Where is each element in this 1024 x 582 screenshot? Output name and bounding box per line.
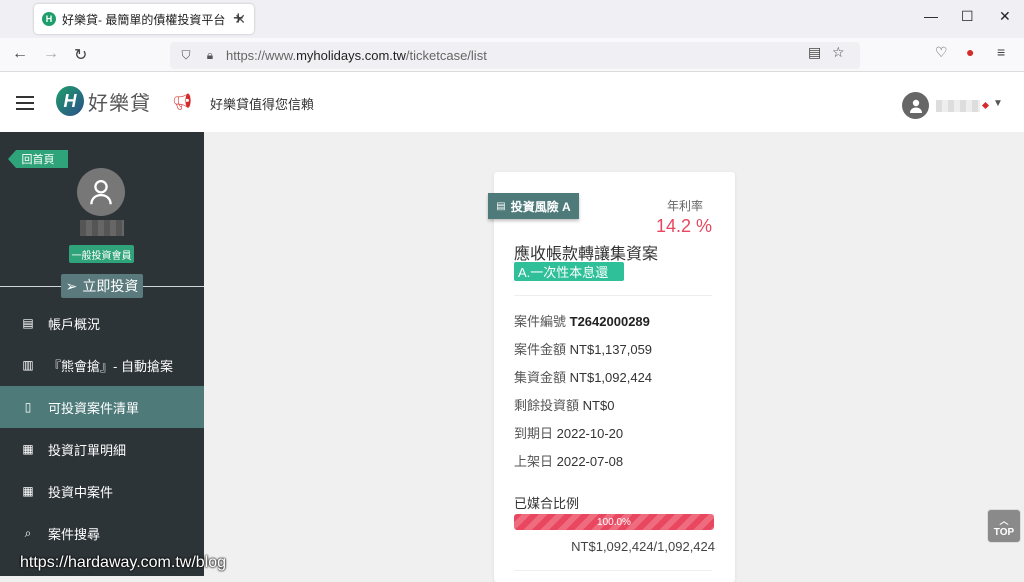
invest-now-button[interactable]: ➢ 立即投資 [61,274,143,298]
match-label: 已媒合比例 [514,496,580,511]
sidebar-item-label: 投資中案件 [48,484,114,500]
sidebar-item-order-details[interactable]: ▦ 投資訂單明細 [0,428,204,470]
sidebar-item-active-cases[interactable]: ▦ 投資中案件 [0,470,204,512]
chevron-down-icon[interactable]: ▼ [993,98,1003,109]
site-header: H 好樂貸 📢︎ 好樂貸值得您信賴 ▼ [0,72,1024,132]
invest-now-label: 立即投資 [82,278,139,294]
list-icon: ▤ [496,200,506,212]
sidebar-item-case-search[interactable]: ⌕ 案件搜尋 [0,512,204,554]
bookmark-star-icon[interactable]: ☆ [832,44,845,61]
pocket-icon[interactable]: ♡ [935,44,948,61]
reload-icon[interactable]: ↻ [74,45,87,65]
risk-tag: ▤ 投資風險 A [488,193,579,219]
watermark: https://hardaway.com.tw/blog [20,554,227,571]
header-slogan: 好樂貸值得您信賴 [210,97,315,112]
user-avatar[interactable] [902,92,929,119]
rate-label: 年利率 [667,199,704,213]
file-icon: ▤ [22,316,34,330]
logo-text: 好樂貸 [88,92,151,115]
back-icon[interactable]: ← [12,45,28,63]
case-title[interactable]: 應收帳款轉讓集資案 [514,240,658,264]
search-icon: ⌕ [24,525,32,540]
sidebar-item-label: 投資訂單明細 [48,442,127,458]
notification-dot [981,101,990,110]
match-amount: NT$1,092,424/1,092,424 [571,539,715,554]
listed-date: 2022-07-08 [556,454,624,469]
raised-amount-row: 集資金額 NT$1,092,424 [514,370,653,385]
megaphone-icon: 📢︎ [172,94,193,111]
forward-icon[interactable]: → [43,45,59,63]
paper-plane-icon: ➢ [65,277,78,294]
raised-amount: NT$1,092,424 [569,370,653,385]
sidebar-item-label: 可投資案件清單 [48,400,140,416]
extension-icon[interactable]: ● [966,44,974,60]
browser-tab-bar: H 好樂貸- 最簡單的債權投資平台 ✕ + — ☐ ✕ [0,0,1024,38]
match-progress-bar: 100.0% [514,514,714,530]
clipboard-icon: ▯ [24,400,32,414]
back-to-top-button[interactable]: ︿ TOP [987,509,1021,543]
divider [514,295,712,296]
briefcase-icon: ▥ [22,358,34,372]
sidebar: 回首頁 一般投資會員 ➢ 立即投資 ▤ 帳戶概況 ▥ 『熊會搶』- 自動搶案 ▯… [0,132,204,576]
top-label: TOP [993,527,1015,538]
tab-title: 好樂貸- 最簡單的債權投資平台 [62,12,226,27]
logo-mark-icon: H [56,86,84,116]
sidebar-item-auto-bid[interactable]: ▥ 『熊會搶』- 自動搶案 [0,344,204,386]
case-card[interactable]: ▤ 投資風險 A 年利率 14.2 % 應收帳款轉讓集資案 A.一次性本息還 案… [488,172,735,582]
minimize-icon[interactable]: — [924,8,938,24]
reader-view-icon[interactable]: ▤ [808,44,821,61]
new-tab-icon[interactable]: + [233,8,251,29]
browser-nav-bar: ← → ↻ ⛉ 🔒︎ https://www.myholidays.com.tw… [0,38,1024,72]
repayment-type-tag: A.一次性本息還 [514,262,624,281]
rate-value: 14.2 % [656,216,713,236]
user-name-redacted[interactable] [936,100,980,112]
sidebar-item-label: 『熊會搶』- 自動搶案 [48,358,173,374]
sidebar-item-account-overview[interactable]: ▤ 帳戶概況 [0,302,204,344]
calendar-icon: ▦ [22,484,34,498]
main-content: ▤ 投資風險 A 年利率 14.2 % 應收帳款轉讓集資案 A.一次性本息還 案… [204,132,1024,582]
progress-text: 100.0% [597,516,631,528]
divider [514,570,712,571]
remaining-amount: NT$0 [582,398,615,413]
calendar-icon: ▦ [22,442,34,456]
due-date: 2022-10-20 [556,426,624,441]
member-badge: 一般投資會員 [69,245,134,263]
url-bar[interactable]: ⛉ 🔒︎ https://www.myholidays.com.tw/ticke… [170,42,860,69]
sidebar-item-investable-cases[interactable]: ▯ 可投資案件清單 [0,386,204,428]
url-text[interactable]: https://www.myholidays.com.tw/ticketcase… [226,48,487,63]
listed-date-row: 上架日 2022-07-08 [514,454,624,469]
case-amount-row: 案件金額 NT$1,137,059 [514,342,653,357]
sidebar-user-name-redacted [80,220,124,236]
remaining-amount-row: 剩餘投資額 NT$0 [514,398,615,413]
hamburger-menu-icon[interactable] [16,96,34,114]
maximize-icon[interactable]: ☐ [961,8,974,25]
user-icon [90,180,112,205]
due-date-row: 到期日 2022-10-20 [514,426,624,441]
window-close-icon[interactable]: ✕ [999,8,1011,25]
home-link[interactable]: 回首頁 [8,150,68,168]
sidebar-menu: ▤ 帳戶概況 ▥ 『熊會搶』- 自動搶案 ▯ 可投資案件清單 ▦ 投資訂單明細 … [0,302,204,554]
shield-icon[interactable]: ⛉ [178,48,194,64]
sidebar-item-label: 案件搜尋 [48,526,101,542]
sidebar-avatar [77,168,125,216]
site-logo[interactable]: H 好樂貸 [56,86,151,116]
menu-icon[interactable]: ≡ [997,44,1005,60]
case-amount: NT$1,137,059 [569,342,653,357]
case-number-row: 案件編號 T2642000289 [514,314,650,329]
chevron-up-icon: ︿ [999,516,1009,526]
site-favicon: H [42,12,56,26]
risk-tag-label: 投資風險 A [510,199,571,214]
user-icon [909,99,922,113]
sidebar-item-label: 帳戶概況 [48,316,101,332]
case-number: T2642000289 [569,314,650,329]
lock-icon[interactable]: 🔒︎ [202,48,218,64]
browser-tab[interactable]: H 好樂貸- 最簡單的債權投資平台 ✕ [34,4,254,34]
